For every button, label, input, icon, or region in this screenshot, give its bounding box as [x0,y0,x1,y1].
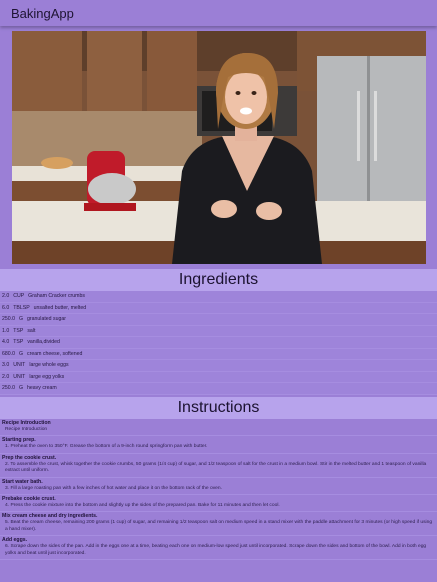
ingredient-name: unsalted butter, melted [33,304,87,311]
ingredients-list: 2.0 CUP Graham Cracker crumbs 6.0 TBLSP unsal… [0,291,437,395]
ingredient-quantity: 1.0 [2,327,10,334]
ingredient-quantity: 2.0 [2,373,10,380]
ingredient-row: 680.0 Gcream cheese, softened [0,348,437,360]
step-item[interactable]: Mix cream cheese and dry ingredients. 5. … [0,512,437,537]
ingredient-row: 250.0 Ggranulated sugar [0,314,437,326]
ingredient-name: large whole eggs [29,362,69,368]
step-title: Recipe Introduction [2,420,51,426]
ingredient-name: salt [27,327,36,334]
ingredient-name: cream cheese, softened [27,350,83,357]
ingredient-row: 4.0 TSP vanilla,divided [0,337,437,349]
ingredient-row: 2.0 UNIT large egg yolks [0,371,437,383]
step-description: 1. Preheat the oven to 350°F. Grease the… [5,444,208,450]
step-item[interactable]: Starting prep. 1. Preheat the oven to 350… [0,436,437,454]
video-player[interactable] [12,31,426,264]
ingredient-measure: G [18,316,24,322]
step-item[interactable]: Start water bath. 3. Fill a large roastin… [0,478,437,496]
ingredient-quantity: 3.0 [2,362,10,368]
ingredient-row: 6.0 TBLSP unsalted butter, melted [0,302,437,314]
ingredient-row: 3.0 UNIT large whole eggs [0,360,437,372]
ingredient-measure: CUP [13,293,25,299]
ingredient-quantity: 2.0 [2,293,10,299]
ingredient-measure: TSP [13,327,24,334]
step-title: Prebake cookie crust. [2,496,56,503]
app-bar: BakingApp [0,0,437,26]
video-frame-image [12,31,426,264]
ingredient-measure: G [18,350,24,357]
ingredient-name: large egg yolks [29,373,65,380]
video-container [0,27,437,268]
ingredient-measure: TSP [13,339,24,345]
step-description: 3. Fill a large roasting pan with a few … [5,485,222,491]
step-description: 2. To assemble the crust, whisk together… [5,461,427,474]
ingredient-name: Graham Cracker crumbs [28,293,85,299]
step-title: Prep the cookie crust. [2,454,57,461]
ingredients-heading: Ingredients [0,269,437,291]
ingredient-name: heavy cream [27,385,57,391]
step-title: Start water bath. [2,478,43,485]
ingredient-measure: TBLSP [13,304,30,311]
ingredient-quantity: 250.0 [2,316,15,322]
instructions-list: Recipe Introduction Recipe Introduction St… [0,419,437,561]
ingredient-row: 250.0 Gheavy cream [0,383,437,395]
step-description: Recipe Introduction [5,427,48,432]
ingredient-quantity: 250.0 [2,385,15,391]
ingredient-name: granulated sugar [27,316,66,322]
ingredient-row: 1.0 TSP salt [0,325,437,337]
ingredient-measure: G [18,385,24,391]
ingredient-measure: UNIT [13,362,26,368]
app-title: BakingApp [11,5,74,21]
step-item[interactable]: Prep the cookie crust. 2. To assemble the… [0,454,437,478]
step-description: 4. Press the cookie mixture into the bot… [5,503,280,509]
ingredient-row: 2.0 CUP Graham Cracker crumbs [0,291,437,303]
ingredient-measure: UNIT [13,373,26,380]
step-description: 5. Beat the cream cheese, remaining 200 … [5,520,433,532]
ingredient-quantity: 680.0 [2,350,15,357]
ingredient-name: vanilla,divided [27,339,60,345]
step-item[interactable]: Add eggs. 6. Scrape down the sides of the… [0,536,437,561]
step-description: 6. Scrape down the sides of the pan. Add… [5,544,427,556]
ingredient-quantity: 4.0 [2,339,10,345]
instructions-heading: Instructions [0,397,437,419]
step-item[interactable]: Recipe Introduction Recipe Introduction [0,419,437,437]
ingredient-quantity: 6.0 [2,304,10,311]
step-item[interactable]: Prebake cookie crust. 4. Press the cookie… [0,495,437,513]
